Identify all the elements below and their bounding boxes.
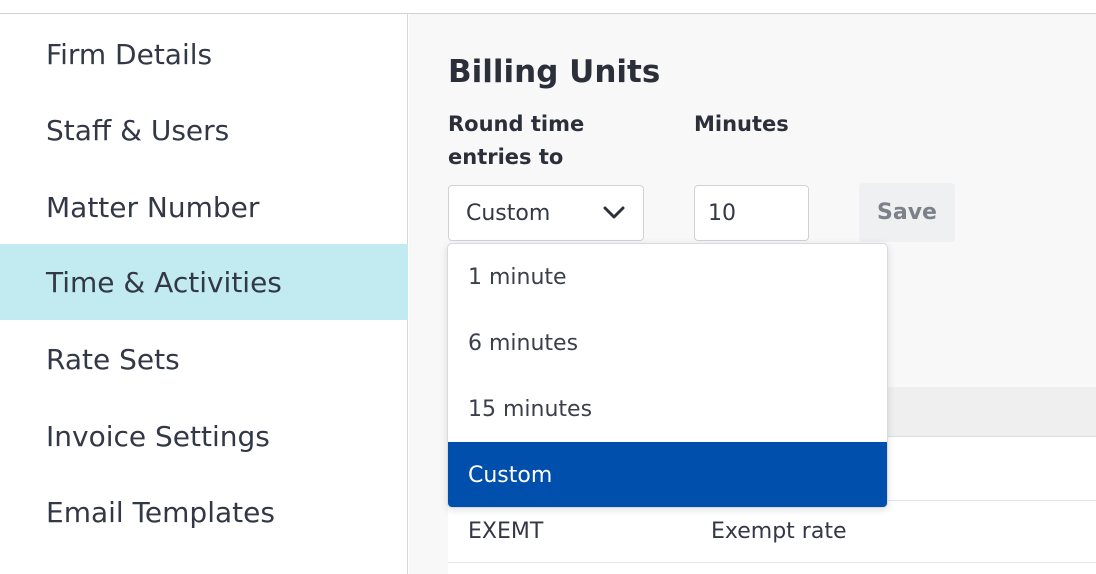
minutes-input[interactable] xyxy=(694,185,809,241)
sidebar-item-label: Rate Sets xyxy=(46,342,180,376)
round-time-dropdown-menu: 1 minute 6 minutes 15 minutes Custom xyxy=(447,243,888,508)
sidebar-item-matter-number[interactable]: Matter Number xyxy=(0,169,408,245)
sidebar-item-time-activities[interactable]: Time & Activities xyxy=(0,244,408,320)
sidebar-item-firm-details[interactable]: Firm Details xyxy=(0,16,408,92)
sidebar-item-label: Invoice Settings xyxy=(46,419,270,453)
chevron-down-icon xyxy=(603,206,625,219)
dropdown-option-1-minute[interactable]: 1 minute xyxy=(448,244,887,310)
round-time-label: Round time entries to xyxy=(448,108,584,174)
billing-units-title: Billing Units xyxy=(448,54,661,90)
dropdown-option-custom[interactable]: Custom xyxy=(448,442,887,507)
sidebar-item-rate-sets[interactable]: Rate Sets xyxy=(0,321,408,397)
sidebar-item-label: Matter Number xyxy=(46,190,260,224)
sidebar-item-label: Time & Activities xyxy=(46,265,282,299)
sidebar-item-label: Email Templates xyxy=(46,495,275,529)
minutes-label: Minutes xyxy=(694,112,789,136)
table-cell-code: EXEMT xyxy=(468,519,544,544)
table-cell-description: Exempt rate xyxy=(711,519,847,544)
sidebar-item-invoice-settings[interactable]: Invoice Settings xyxy=(0,398,408,474)
table-row-divider xyxy=(448,562,1096,563)
round-time-select[interactable]: Custom xyxy=(448,185,644,241)
dropdown-option-6-minutes[interactable]: 6 minutes xyxy=(448,310,887,376)
round-time-select-value: Custom xyxy=(466,200,551,226)
sidebar-item-label: Staff & Users xyxy=(46,113,230,147)
sidebar-item-staff-users[interactable]: Staff & Users xyxy=(0,92,408,168)
save-button[interactable]: Save xyxy=(859,183,955,242)
round-time-label-line1: Round time xyxy=(448,112,585,136)
sidebar-item-label: Firm Details xyxy=(46,37,213,71)
dropdown-option-15-minutes[interactable]: 15 minutes xyxy=(448,376,887,442)
settings-sidebar: Firm Details Staff & Users Matter Number… xyxy=(0,14,408,574)
round-time-label-line2: entries to xyxy=(448,145,564,169)
sidebar-item-email-templates[interactable]: Email Templates xyxy=(0,474,408,550)
